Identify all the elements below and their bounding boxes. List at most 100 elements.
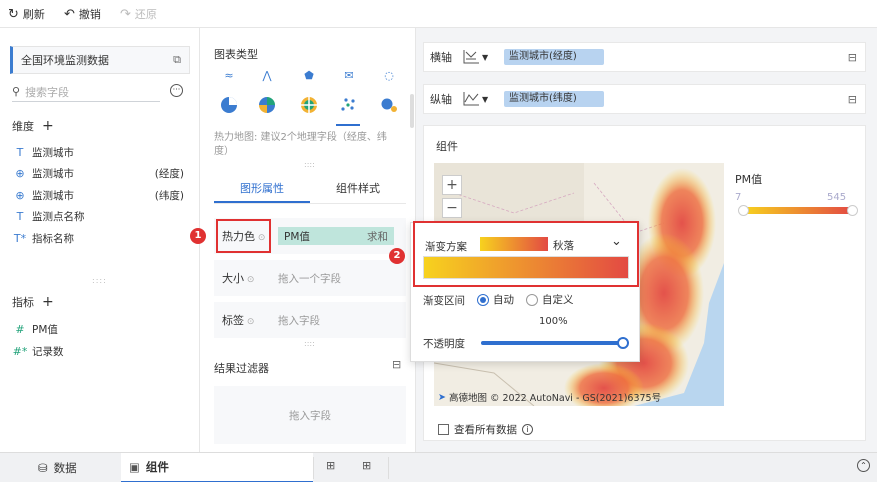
legend-gradient-bar xyxy=(744,207,852,214)
radio-checked[interactable] xyxy=(477,293,489,306)
opacity-slider-handle[interactable] xyxy=(617,337,629,349)
lock-icon[interactable]: ⊟ xyxy=(848,93,857,106)
dim-item-city-lat[interactable]: ⊕ 监测城市 (纬度) xyxy=(12,188,192,203)
heat-field-chip[interactable]: PM值 求和 xyxy=(278,227,394,245)
filter-drop-zone[interactable]: 拖入字段 xyxy=(214,386,406,444)
radio-unchecked[interactable] xyxy=(526,293,538,306)
dim-item-city-lng[interactable]: ⊕ 监测城市 (经度) xyxy=(12,166,192,181)
bubble-chart-icon[interactable] xyxy=(378,94,400,116)
add-measure-icon[interactable]: + xyxy=(42,294,54,310)
line-chart-icon[interactable]: ⋀ xyxy=(256,64,278,86)
field-label: 指标名称 xyxy=(32,233,74,245)
size-row[interactable]: 大小 ⊙ 拖入一个字段 xyxy=(214,260,406,296)
x-axis-field-chip[interactable]: 监测城市(经度) xyxy=(504,49,604,65)
filter-lock-icon[interactable]: ⊟ xyxy=(392,358,401,371)
multi-pie-icon[interactable] xyxy=(256,94,278,116)
x-axis-type-button[interactable]: ▼ xyxy=(462,49,498,65)
radar-chart-icon[interactable]: ◌ xyxy=(378,64,400,86)
zoom-in-button[interactable]: + xyxy=(442,175,462,195)
dimension-title: 维度 xyxy=(12,120,34,133)
x-axis-shelf: 横轴 ▼ 监测城市(经度) ⊟ xyxy=(423,42,866,72)
widget-title: 组件 xyxy=(436,140,458,153)
opacity-label: 不透明度 xyxy=(423,338,465,350)
resize-handle[interactable]: :::: xyxy=(304,160,315,169)
checkbox[interactable] xyxy=(438,424,449,435)
rose-chart-icon[interactable] xyxy=(298,94,320,116)
scrollbar[interactable] xyxy=(410,94,414,128)
add-dimension-icon[interactable]: + xyxy=(42,118,54,134)
heat-field-agg[interactable]: 求和 xyxy=(367,229,388,244)
range-auto-radio[interactable]: 自动 xyxy=(477,292,514,307)
caret-down-icon: ▼ xyxy=(482,94,489,104)
opacity-slider-track[interactable] xyxy=(481,341,623,345)
y-axis-field-chip[interactable]: 监测城市(纬度) xyxy=(504,91,604,107)
map-attribution: ➤ 高德地图 © 2022 AutoNavi - GS(2021)6375号 xyxy=(438,390,661,405)
tab-component-style[interactable]: 组件样式 xyxy=(310,176,406,203)
y-axis-label: 纵轴 xyxy=(430,93,452,106)
dataset-selector[interactable]: 全国环境监测数据 ⧉ xyxy=(10,46,190,74)
data-tab[interactable]: ⛁ 数据 xyxy=(38,453,77,482)
refresh-button[interactable]: ↻ 刷新 xyxy=(8,6,45,22)
amap-logo-icon: ➤ xyxy=(438,391,446,403)
field-search[interactable]: ⚲ 搜索字段 xyxy=(12,82,160,102)
dim-item-station[interactable]: T 监测点名称 xyxy=(12,209,192,224)
dimension-header: 维度 + xyxy=(12,118,54,134)
undo-label: 撤销 xyxy=(78,8,101,21)
legend-min-handle[interactable] xyxy=(738,205,749,216)
redo-button[interactable]: ↷ 还原 xyxy=(120,6,157,22)
resize-handle[interactable]: :::: xyxy=(92,276,107,285)
undo-button[interactable]: ↶ 撤销 xyxy=(64,6,101,22)
mail-chart-icon[interactable]: ✉ xyxy=(338,64,360,86)
selected-chart-marker xyxy=(336,124,360,127)
chart-icon: ▣ xyxy=(129,460,140,474)
zoom-out-button[interactable]: − xyxy=(442,198,462,218)
undo-icon: ↶ xyxy=(64,6,75,22)
calc-text-type-icon: T* xyxy=(13,232,27,245)
y-axis-shelf: 纵轴 ▼ 监测城市(纬度) ⊟ xyxy=(423,84,866,114)
dim-item-city[interactable]: T 监测城市 xyxy=(12,145,192,160)
measure-item-count[interactable]: #* 记录数 xyxy=(12,344,192,359)
tag-drop-zone[interactable]: 拖入字段 xyxy=(278,313,320,328)
bottom-bar: ⛁ 数据 ▣ 组件 ⊞ ⊞ ⌃ xyxy=(0,452,877,482)
info-icon[interactable]: i xyxy=(522,424,533,435)
axis-chart-icon xyxy=(463,50,479,64)
redo-label: 还原 xyxy=(134,8,157,21)
highlight-box-gradient xyxy=(413,221,639,287)
field-panel: 全国环境监测数据 ⧉ ⚲ 搜索字段 ··· 维度 + T 监测城市 ⊕ 监测城市… xyxy=(0,28,200,452)
size-drop-zone[interactable]: 拖入一个字段 xyxy=(278,271,341,286)
caret-down-icon: ▼ xyxy=(482,52,489,62)
range-custom-radio[interactable]: 自定义 xyxy=(526,292,574,307)
settings-icon[interactable]: ⊙ xyxy=(244,275,255,285)
more-icon[interactable]: ··· xyxy=(170,84,183,97)
search-input[interactable]: 搜索字段 xyxy=(25,84,69,100)
chart-type-hint: 热力地图: 建议2个地理字段（经度、纬度） xyxy=(214,132,387,157)
text-type-icon: T xyxy=(16,210,24,223)
resize-handle[interactable]: :::: xyxy=(304,339,315,348)
collapse-up-icon[interactable]: ⌃ xyxy=(857,459,870,472)
component-tab[interactable]: ▣ 组件 xyxy=(121,453,313,482)
dim-item-indicator[interactable]: T* 指标名称 xyxy=(12,231,192,246)
field-label: 记录数 xyxy=(32,346,64,358)
scatter-chart-icon[interactable] xyxy=(338,94,360,116)
switch-dataset-icon[interactable]: ⧉ xyxy=(173,53,181,67)
add-dashboard-icon[interactable]: ⊞ xyxy=(362,459,371,472)
shield-chart-icon[interactable]: ⬟ xyxy=(298,64,320,86)
tag-row[interactable]: 标签 ⊙ 拖入字段 xyxy=(214,302,406,338)
heat-field-name: PM值 xyxy=(284,230,310,243)
settings-icon[interactable]: ⊙ xyxy=(244,317,255,327)
tab-graph-properties[interactable]: 图形属性 xyxy=(214,176,310,203)
lock-icon[interactable]: ⊟ xyxy=(848,51,857,64)
measure-item-pm[interactable]: # PM值 xyxy=(12,322,192,337)
add-component-icon[interactable]: ⊞ xyxy=(326,459,335,472)
opacity-value: 100% xyxy=(539,316,568,327)
wave-chart-icon[interactable]: ≈ xyxy=(218,64,240,86)
show-all-data-toggle[interactable]: 查看所有数据 i xyxy=(438,422,533,437)
measure-title: 指标 xyxy=(12,296,34,309)
legend-max-handle[interactable] xyxy=(847,205,858,216)
opacity-slider-fill xyxy=(481,341,623,345)
redo-icon: ↷ xyxy=(120,6,131,22)
pie-chart-icon[interactable] xyxy=(218,94,240,116)
globe-icon: ⊕ xyxy=(15,167,25,180)
y-axis-type-button[interactable]: ▼ xyxy=(462,91,498,107)
show-all-label: 查看所有数据 xyxy=(454,424,517,436)
